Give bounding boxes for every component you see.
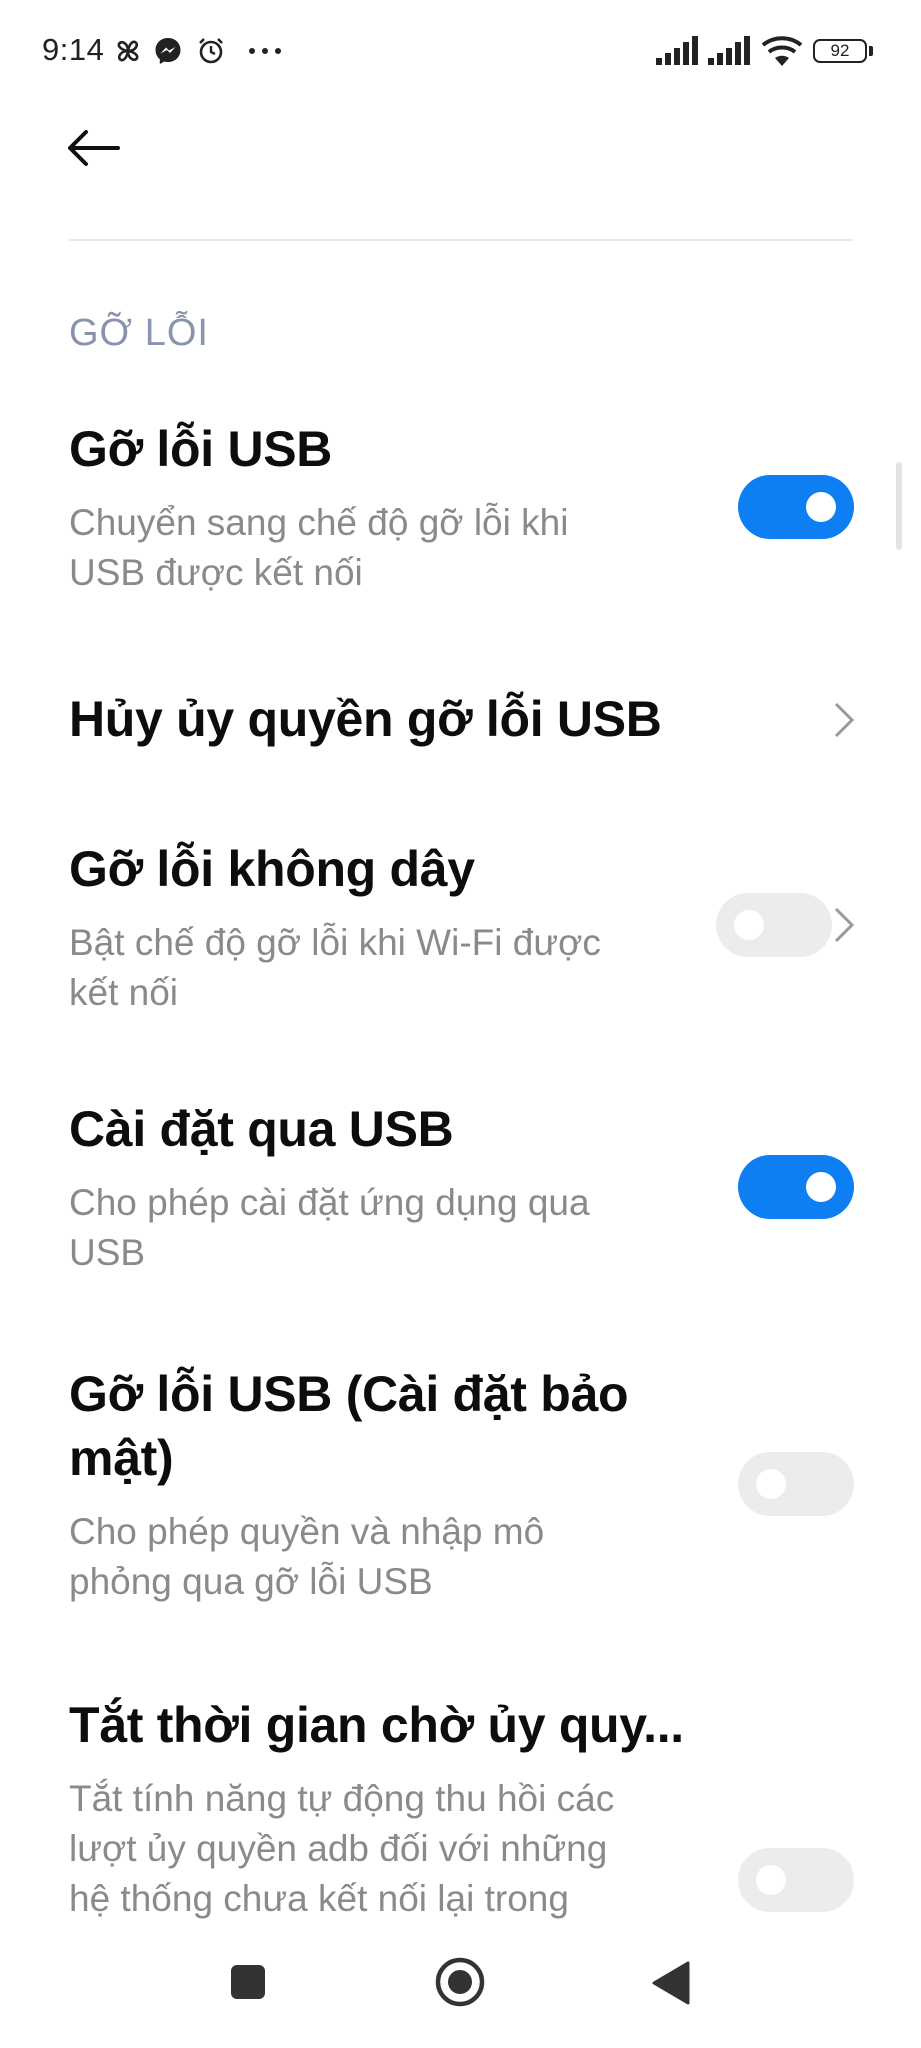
toggle-knob	[756, 1865, 786, 1895]
subtitle-line: USB	[69, 1232, 146, 1273]
subtitle-line: Tắt tính năng tự động thu hồi các	[69, 1778, 615, 1819]
disable-adb-timeout-toggle[interactable]	[738, 1848, 854, 1912]
setting-revoke-usb-authorizations[interactable]: Hủy ủy quyền gỡ lỗi USB	[0, 680, 921, 780]
chevron-right-icon	[834, 907, 855, 943]
home-button[interactable]	[434, 1956, 486, 2008]
setting-title: Gỡ lỗi USB (Cài đặt bảo mật)	[69, 1362, 629, 1490]
subtitle-line: hệ thống chưa kết nối lại trong	[69, 1878, 569, 1919]
battery-tip	[869, 46, 873, 56]
toggle-knob	[806, 1172, 836, 1202]
setting-install-via-usb[interactable]: Cài đặt qua USB Cho phép cài đặt ứng dụn…	[0, 1100, 921, 1300]
recents-button[interactable]	[228, 1962, 268, 2002]
title-line: mật)	[69, 1430, 174, 1486]
signal-icon	[708, 36, 750, 65]
home-circle-icon	[435, 1957, 485, 2007]
toggle-knob	[806, 492, 836, 522]
arrow-left-icon	[68, 130, 120, 166]
setting-wireless-debugging[interactable]: Gỡ lỗi không dây Bật chế độ gỡ lỗi khi W…	[0, 840, 921, 1040]
status-time: 9:14	[42, 32, 105, 67]
subtitle-line: kết nối	[69, 972, 179, 1013]
usb-debugging-toggle[interactable]	[738, 475, 854, 539]
scrollbar[interactable]	[896, 462, 902, 550]
subtitle-line: Cho phép quyền và nhập mô	[69, 1511, 545, 1552]
subtitle-line: USB được kết nối	[69, 552, 363, 593]
status-bar: 9:14 92	[0, 0, 921, 104]
header-divider	[69, 239, 853, 241]
messenger-icon	[155, 38, 181, 64]
setting-title: Gỡ lỗi USB	[69, 421, 333, 477]
subtitle-line: lượt ủy quyền adb đối với những	[69, 1828, 608, 1869]
navigation-bar	[0, 1930, 921, 2048]
setting-title: Cài đặt qua USB	[69, 1101, 454, 1157]
setting-usb-debugging[interactable]: Gỡ lỗi USB Chuyển sang chế độ gỡ lỗi khi…	[0, 420, 921, 620]
back-triangle-icon	[652, 1961, 690, 2005]
signal-icon	[656, 36, 698, 65]
more-dots-icon	[249, 48, 281, 54]
setting-subtitle: Tắt tính năng tự động thu hồi các lượt ủ…	[69, 1774, 689, 1924]
wifi-icon	[761, 36, 803, 66]
setting-title: Gỡ lỗi không dây	[69, 841, 475, 897]
setting-usb-debugging-security[interactable]: Gỡ lỗi USB (Cài đặt bảo mật) Cho phép qu…	[0, 1362, 921, 1622]
setting-disable-adb-timeout[interactable]: Tắt thời gian chờ ủy quy... Tắt tính năn…	[0, 1696, 921, 1936]
setting-subtitle: Cho phép cài đặt ứng dụng qua USB	[69, 1178, 689, 1278]
back-button[interactable]	[60, 118, 130, 178]
battery-icon: 92	[813, 39, 867, 63]
section-title: GỠ LỖI	[69, 312, 209, 354]
back-nav-button[interactable]	[650, 1960, 692, 2006]
setting-title: Tắt thời gian chờ ủy quy...	[69, 1697, 684, 1753]
setting-title: Hủy ủy quyền gỡ lỗi USB	[69, 691, 662, 747]
toggle-knob	[756, 1469, 786, 1499]
subtitle-line: phỏng qua gỡ lỗi USB	[69, 1561, 433, 1602]
setting-subtitle: Cho phép quyền và nhập mô phỏng qua gỡ l…	[69, 1507, 689, 1607]
subtitle-line: Chuyển sang chế độ gỡ lỗi khi	[69, 502, 569, 543]
recents-square-icon	[231, 1965, 265, 1999]
wireless-debugging-toggle[interactable]	[716, 893, 832, 957]
subtitle-line: Bật chế độ gỡ lỗi khi Wi-Fi được	[69, 922, 601, 963]
setting-subtitle: Chuyển sang chế độ gỡ lỗi khi USB được k…	[69, 498, 689, 598]
usb-debugging-security-toggle[interactable]	[738, 1452, 854, 1516]
alarm-icon	[199, 38, 223, 64]
install-via-usb-toggle[interactable]	[738, 1155, 854, 1219]
pinwheel-icon	[117, 40, 139, 62]
subtitle-line: Cho phép cài đặt ứng dụng qua	[69, 1182, 590, 1223]
toggle-knob	[734, 910, 764, 940]
title-line: Gỡ lỗi USB (Cài đặt bảo	[69, 1366, 629, 1422]
chevron-right-icon	[834, 702, 855, 738]
setting-subtitle: Bật chế độ gỡ lỗi khi Wi-Fi được kết nối	[69, 918, 689, 1018]
